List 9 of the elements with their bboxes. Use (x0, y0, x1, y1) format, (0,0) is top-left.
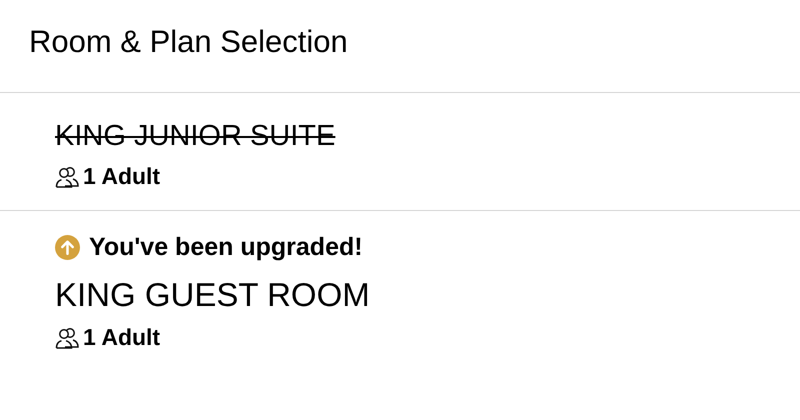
room-name: KING JUNIOR SUITE (55, 119, 336, 154)
room-name: KING GUEST ROOM (55, 275, 371, 315)
occupancy-label: 1 Adult (83, 324, 160, 351)
occupancy-label: 1 Adult (83, 163, 160, 190)
arrow-up-icon (55, 235, 80, 260)
people-icon (55, 326, 79, 348)
people-icon (55, 166, 79, 188)
page-title: Room & Plan Selection (29, 24, 348, 61)
upgrade-notice: You've been upgraded! (89, 233, 363, 262)
